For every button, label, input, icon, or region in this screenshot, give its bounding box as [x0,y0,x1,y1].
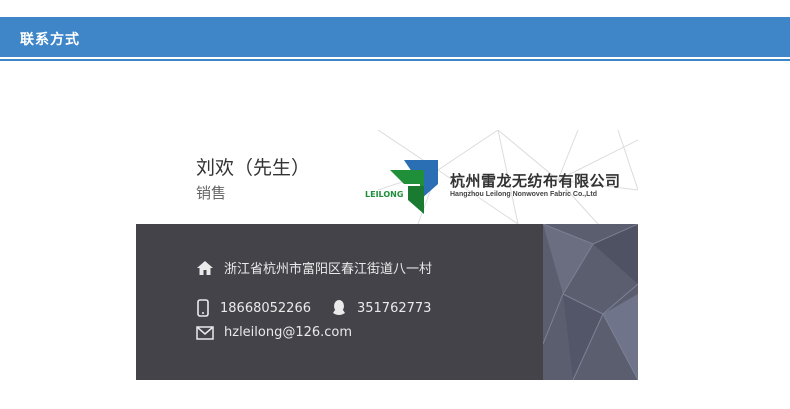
address-text: 浙江省杭州市富阳区春江街道八一村 [224,262,433,277]
person-name: 刘欢（先生） [196,157,311,179]
phone-number: 18668052266 [220,300,311,316]
qq-number: 351762773 [356,300,432,316]
section-title: 联系方式 [20,32,80,48]
home-icon [197,260,213,275]
company-name-en: Hangzhou Leilong Nonwoven Fabric Co.,Ltd [450,191,597,198]
email-address: hzleilong@126.com [224,325,353,340]
business-card-image: 刘欢（先生） 销售 LEILONG 杭州雷龙无纺布有限公司 Hangzhou L… [136,130,638,380]
company-logo [390,160,438,214]
section-header: 联系方式 [0,17,790,57]
phone-qq-row: 18668052266 351762773 [196,299,431,317]
card-contact-panel: 浙江省杭州市富阳区春江街道八一村 18668052266 351762773 h… [136,224,638,380]
geometric-pattern [543,224,638,380]
phone-icon [197,299,209,317]
mail-icon [196,325,214,340]
header-divider [0,59,790,61]
qq-icon [332,300,345,315]
email-row: hzleilong@126.com [196,325,352,340]
logo-wordmark: LEILONG [365,190,404,199]
card-top: 刘欢（先生） 销售 LEILONG 杭州雷龙无纺布有限公司 Hangzhou L… [136,130,638,224]
company-name-cn: 杭州雷龙无纺布有限公司 [450,172,621,190]
person-role: 销售 [196,184,227,202]
address-row: 浙江省杭州市富阳区春江街道八一村 [196,258,432,277]
